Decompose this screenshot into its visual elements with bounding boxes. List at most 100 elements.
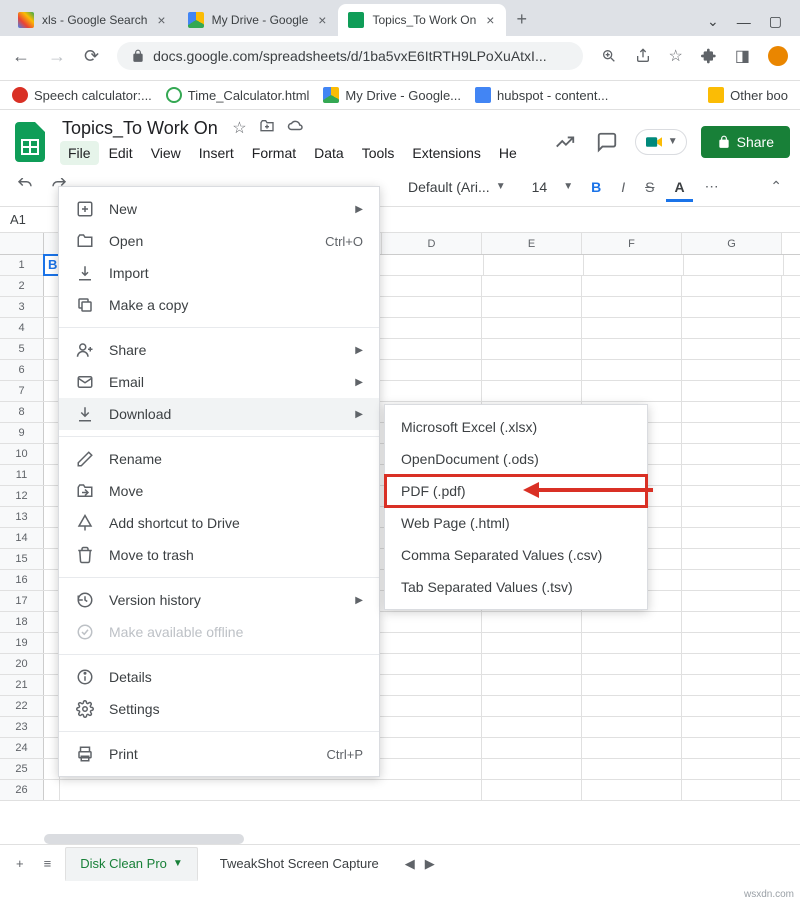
activity-icon[interactable] — [551, 128, 579, 156]
cell[interactable] — [682, 759, 782, 779]
cell[interactable] — [682, 549, 782, 569]
row-header[interactable]: 20 — [0, 654, 44, 674]
font-selector[interactable]: Default (Ari... ▼ — [402, 177, 512, 197]
more-button[interactable]: ⋯ — [697, 174, 727, 199]
cell[interactable] — [582, 780, 682, 800]
cell[interactable] — [682, 297, 782, 317]
bookmark[interactable]: hubspot - content... — [475, 87, 608, 103]
cell[interactable] — [382, 339, 482, 359]
cell[interactable] — [382, 297, 482, 317]
cell[interactable] — [382, 780, 482, 800]
share-button[interactable]: Share — [701, 126, 790, 158]
menu-help[interactable]: He — [491, 141, 525, 165]
cell[interactable] — [482, 633, 582, 653]
back-button[interactable]: ← — [12, 46, 30, 67]
row-header[interactable]: 24 — [0, 738, 44, 758]
cell[interactable] — [382, 654, 482, 674]
cell[interactable] — [682, 717, 782, 737]
forward-button[interactable]: → — [48, 46, 66, 67]
cell[interactable] — [382, 675, 482, 695]
sheet-tab[interactable]: TweakShot Screen Capture — [206, 848, 393, 879]
menu-item-settings[interactable]: Settings — [59, 693, 379, 725]
column-header[interactable]: G — [682, 233, 782, 254]
menu-data[interactable]: Data — [306, 141, 352, 165]
cell[interactable] — [482, 297, 582, 317]
meet-button[interactable]: ▼ — [635, 129, 687, 155]
browser-tab[interactable]: xls - Google Search × — [8, 4, 178, 36]
document-title[interactable]: Topics_To Work On — [60, 116, 220, 138]
menu-item-print[interactable]: PrintCtrl+P — [59, 738, 379, 770]
cell[interactable] — [382, 696, 482, 716]
row-header[interactable]: 22 — [0, 696, 44, 716]
share-icon[interactable] — [635, 48, 651, 64]
cell[interactable] — [682, 507, 782, 527]
cell[interactable] — [482, 738, 582, 758]
sheets-logo[interactable] — [10, 122, 50, 162]
cell[interactable] — [682, 465, 782, 485]
cell[interactable] — [682, 780, 782, 800]
menu-format[interactable]: Format — [244, 141, 304, 165]
minimize-icon[interactable]: — — [737, 14, 751, 30]
menu-item-move[interactable]: Move — [59, 475, 379, 507]
bookmark[interactable]: Time_Calculator.html — [166, 87, 310, 103]
cell[interactable] — [582, 297, 682, 317]
cell[interactable] — [682, 528, 782, 548]
browser-tab-active[interactable]: Topics_To Work On × — [338, 4, 506, 36]
sidepanel-icon[interactable]: ◨ — [735, 46, 750, 66]
cell[interactable] — [682, 444, 782, 464]
avatar-icon[interactable] — [768, 46, 788, 66]
text-color-button[interactable]: A — [666, 175, 692, 202]
cell[interactable] — [482, 339, 582, 359]
new-tab-button[interactable]: + — [506, 3, 537, 36]
submenu-item-html[interactable]: Web Page (.html) — [385, 507, 647, 539]
cell[interactable] — [682, 612, 782, 632]
bookmark[interactable]: Speech calculator:... — [12, 87, 152, 103]
close-icon[interactable]: × — [155, 12, 167, 28]
menu-file[interactable]: File — [60, 141, 99, 165]
menu-item-email[interactable]: Email▶ — [59, 366, 379, 398]
chevron-down-icon[interactable]: ▼ — [173, 858, 183, 869]
cell[interactable] — [582, 738, 682, 758]
bookmark[interactable]: My Drive - Google... — [323, 87, 461, 103]
comments-icon[interactable] — [593, 128, 621, 156]
cell[interactable] — [582, 381, 682, 401]
row-header[interactable]: 6 — [0, 360, 44, 380]
cell[interactable] — [682, 423, 782, 443]
reload-button[interactable]: ⟳ — [84, 46, 99, 67]
menu-item-download[interactable]: Download▶ — [59, 398, 379, 430]
italic-button[interactable]: I — [613, 175, 633, 199]
cell[interactable] — [682, 402, 782, 422]
menu-item-version-history[interactable]: Version history▶ — [59, 584, 379, 616]
menu-tools[interactable]: Tools — [354, 141, 403, 165]
row-header[interactable]: 3 — [0, 297, 44, 317]
row-header[interactable]: 12 — [0, 486, 44, 506]
cell[interactable] — [482, 696, 582, 716]
undo-button[interactable] — [10, 174, 40, 200]
cell[interactable] — [582, 276, 682, 296]
row-header[interactable]: 17 — [0, 591, 44, 611]
cell[interactable] — [482, 780, 582, 800]
cell[interactable] — [582, 654, 682, 674]
menu-item-share[interactable]: Share▶ — [59, 334, 379, 366]
cell[interactable] — [482, 276, 582, 296]
strike-button[interactable]: S — [637, 175, 662, 199]
cell[interactable] — [684, 255, 784, 275]
menu-item-import[interactable]: Import — [59, 257, 379, 289]
row-header[interactable]: 26 — [0, 780, 44, 800]
browser-tab[interactable]: My Drive - Google × — [178, 4, 339, 36]
submenu-item-ods[interactable]: OpenDocument (.ods) — [385, 443, 647, 475]
row-header[interactable]: 18 — [0, 612, 44, 632]
row-header[interactable]: 9 — [0, 423, 44, 443]
cell[interactable] — [482, 654, 582, 674]
row-header[interactable]: 19 — [0, 633, 44, 653]
menu-item-make-a-copy[interactable]: Make a copy — [59, 289, 379, 321]
extensions-icon[interactable] — [701, 48, 717, 64]
cell[interactable] — [382, 759, 482, 779]
cell[interactable] — [382, 318, 482, 338]
close-icon[interactable]: × — [316, 12, 328, 28]
submenu-item-tsv[interactable]: Tab Separated Values (.tsv) — [385, 571, 647, 603]
row-header[interactable]: 15 — [0, 549, 44, 569]
cell[interactable] — [482, 717, 582, 737]
cell[interactable] — [682, 381, 782, 401]
row-header[interactable]: 2 — [0, 276, 44, 296]
